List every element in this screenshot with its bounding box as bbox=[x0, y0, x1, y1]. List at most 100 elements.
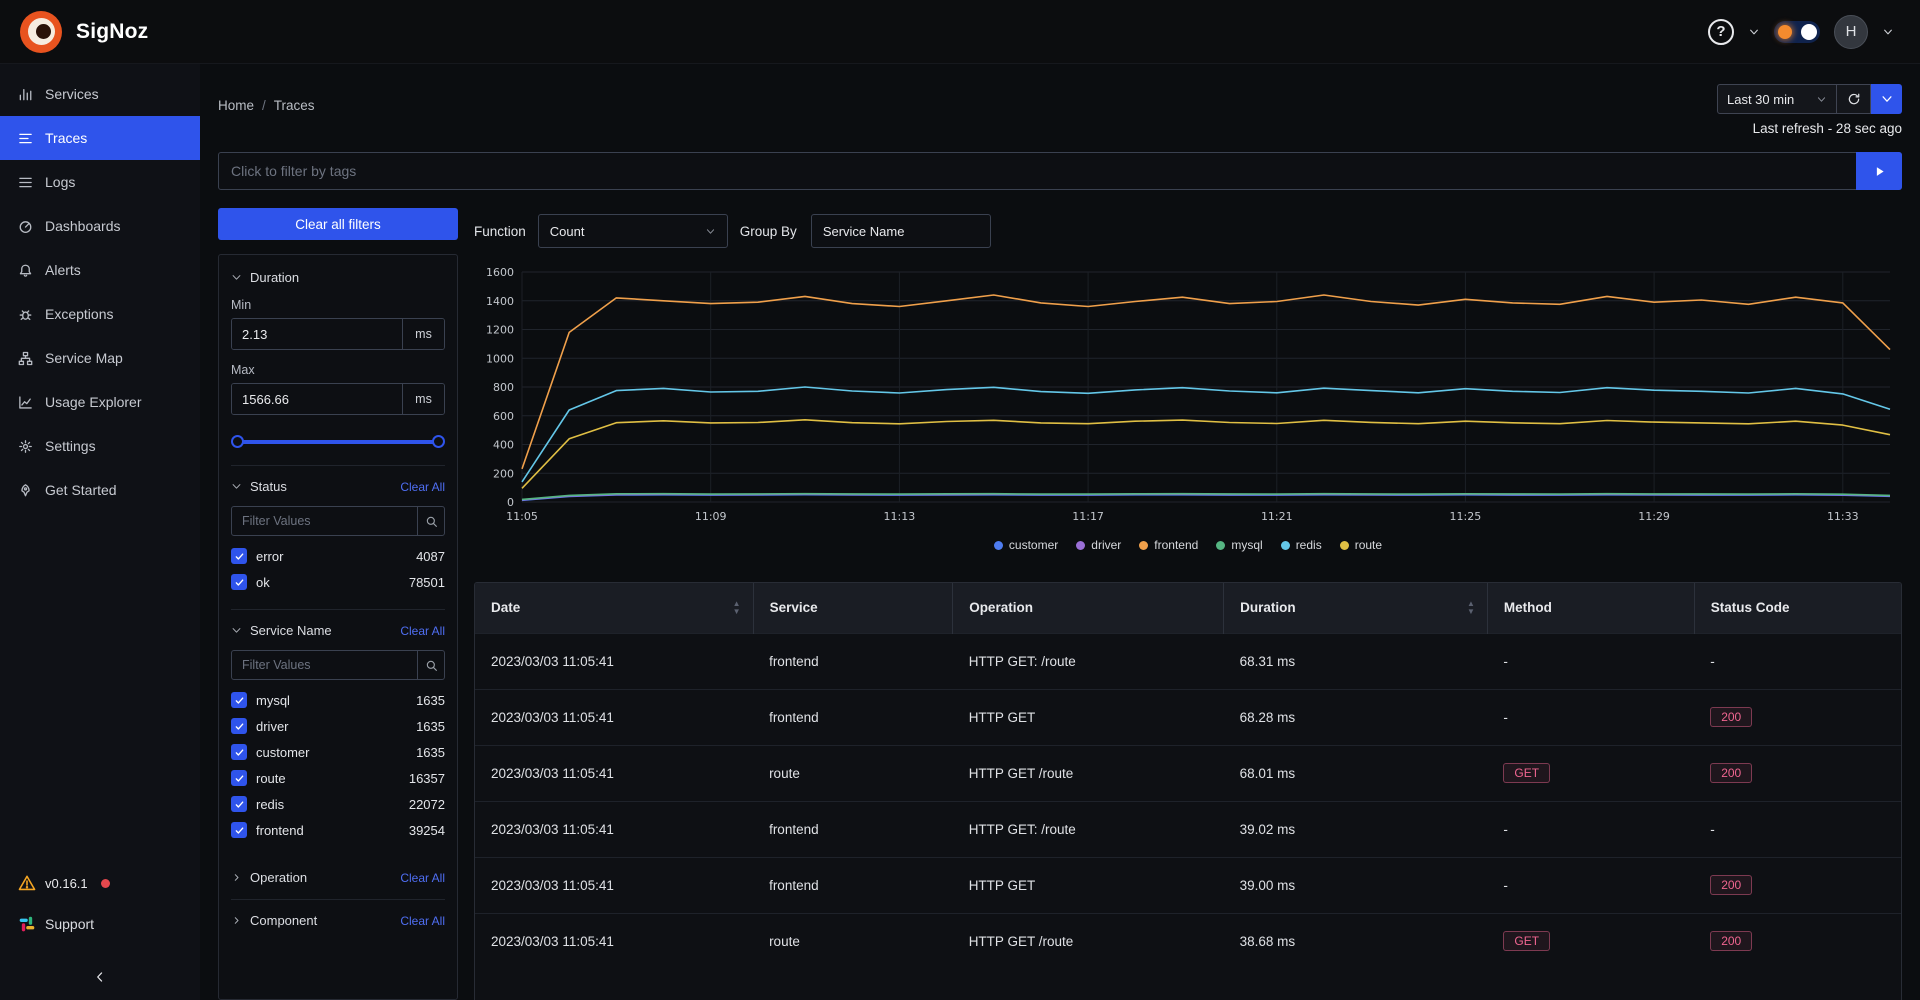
run-filter-button[interactable] bbox=[1856, 152, 1902, 190]
service-name-section-header[interactable]: Service Name Clear All bbox=[231, 623, 445, 638]
legend-item-driver[interactable]: driver bbox=[1076, 538, 1121, 552]
legend-dot bbox=[1076, 540, 1086, 550]
section-title: Component bbox=[250, 913, 318, 928]
group-by-select[interactable]: Service Name bbox=[810, 214, 991, 248]
legend-item-mysql[interactable]: mysql bbox=[1216, 538, 1263, 552]
breadcrumb-home[interactable]: Home bbox=[218, 98, 254, 113]
checkbox-checked-icon[interactable] bbox=[231, 770, 247, 786]
help-icon[interactable]: ? bbox=[1708, 18, 1734, 45]
avatar[interactable]: H bbox=[1834, 14, 1868, 49]
legend-item-frontend[interactable]: frontend bbox=[1139, 538, 1198, 552]
duration-max-input[interactable] bbox=[232, 384, 402, 414]
sidebar-item-traces[interactable]: Traces bbox=[0, 116, 200, 160]
legend-label: customer bbox=[1008, 538, 1059, 552]
checkbox-checked-icon[interactable] bbox=[231, 548, 247, 564]
sidebar-item-label: Usage Explorer bbox=[45, 394, 142, 410]
legend-item-route[interactable]: route bbox=[1339, 538, 1382, 552]
caret-down-icon bbox=[1880, 92, 1894, 106]
sidebar-item-exceptions[interactable]: Exceptions bbox=[0, 292, 200, 336]
column-header-duration[interactable]: Duration ▲ ▼ bbox=[1223, 583, 1488, 633]
svg-text:11:09: 11:09 bbox=[695, 510, 727, 523]
sidebar-item-support[interactable]: Support bbox=[0, 902, 200, 946]
function-value: Count bbox=[549, 223, 585, 239]
duration-cell: 68.01 ms bbox=[1223, 744, 1488, 801]
service-filter-input[interactable] bbox=[231, 650, 445, 680]
sidebar-item-get-started[interactable]: Get Started bbox=[0, 468, 200, 512]
legend-item-customer[interactable]: customer bbox=[993, 538, 1059, 552]
option-label: redis bbox=[256, 796, 285, 812]
sidebar-item-alerts[interactable]: Alerts bbox=[0, 248, 200, 292]
method-cell: GET bbox=[1487, 744, 1695, 801]
sidebar-item-dashboards[interactable]: Dashboards bbox=[0, 204, 200, 248]
column-header-date[interactable]: Date ▲ ▼ bbox=[475, 583, 754, 633]
component-section-header[interactable]: Component Clear All bbox=[231, 913, 445, 928]
legend-item-redis[interactable]: redis bbox=[1280, 538, 1322, 552]
duration-min-group: ms bbox=[231, 318, 445, 350]
clear-all-filters-button[interactable]: Clear all filters bbox=[218, 208, 458, 240]
table-row[interactable]: 2023/03/03 11:05:41 frontend HTTP GET: /ro… bbox=[475, 632, 1901, 689]
tag-filter-input[interactable] bbox=[218, 152, 1902, 190]
refresh-button[interactable] bbox=[1837, 84, 1871, 114]
legend-label: mysql bbox=[1231, 538, 1263, 552]
play-icon bbox=[1872, 164, 1887, 179]
date-cell: 2023/03/03 11:05:41 bbox=[475, 744, 754, 801]
service-option-route[interactable]: route 16357 bbox=[231, 765, 445, 791]
slider-max-handle[interactable] bbox=[432, 435, 445, 448]
checkbox-checked-icon[interactable] bbox=[231, 796, 247, 812]
clear-all-link[interactable]: Clear All bbox=[400, 624, 445, 638]
column-header-service: Service bbox=[752, 583, 953, 633]
checkbox-checked-icon[interactable] bbox=[231, 692, 247, 708]
theme-toggle[interactable] bbox=[1774, 20, 1820, 43]
table-row[interactable]: 2023/03/03 11:05:41 route HTTP GET /route 6… bbox=[475, 744, 1901, 801]
chevron-down-icon bbox=[231, 481, 242, 492]
service-option-redis[interactable]: redis 22072 bbox=[231, 791, 445, 817]
clear-all-link[interactable]: Clear All bbox=[400, 914, 445, 928]
status-filter-input[interactable] bbox=[231, 506, 445, 536]
duration-slider[interactable] bbox=[231, 435, 445, 449]
service-option-customer[interactable]: customer 1635 bbox=[231, 739, 445, 765]
refresh-options-button[interactable] bbox=[1871, 84, 1902, 114]
status-option-error[interactable]: error 4087 bbox=[231, 543, 445, 569]
duration-min-input[interactable] bbox=[232, 319, 402, 349]
slider-min-handle[interactable] bbox=[231, 435, 244, 448]
function-select[interactable]: Count bbox=[537, 214, 728, 248]
operation-cell: HTTP GET: /route bbox=[952, 632, 1224, 689]
sidebar-item-service-map[interactable]: Service Map bbox=[0, 336, 200, 380]
svg-text:200: 200 bbox=[493, 467, 514, 480]
clear-all-link[interactable]: Clear All bbox=[400, 480, 445, 494]
sidebar-item-services[interactable]: Services bbox=[0, 72, 200, 116]
service-option-frontend[interactable]: frontend 39254 bbox=[231, 817, 445, 843]
chevron-down-icon[interactable] bbox=[1882, 26, 1894, 38]
table-row[interactable]: 2023/03/03 11:05:41 route HTTP GET /route 3… bbox=[475, 912, 1901, 969]
table-row[interactable]: 2023/03/03 11:05:41 frontend HTTP GET 39.00… bbox=[475, 856, 1901, 913]
checkbox-checked-icon[interactable] bbox=[231, 574, 247, 590]
sort-icons[interactable]: ▲ ▼ bbox=[1467, 599, 1475, 616]
sidebar-collapse-button[interactable] bbox=[0, 954, 200, 1000]
operation-section-header[interactable]: Operation Clear All bbox=[231, 870, 445, 885]
service-option-driver[interactable]: driver 1635 bbox=[231, 713, 445, 739]
operation-cell: HTTP GET bbox=[952, 856, 1224, 913]
sidebar-item-usage-explorer[interactable]: Usage Explorer bbox=[0, 380, 200, 424]
service-cell: route bbox=[753, 912, 953, 969]
table-row[interactable]: 2023/03/03 11:05:41 frontend HTTP GET 68.28… bbox=[475, 688, 1901, 745]
service-option-mysql[interactable]: mysql 1635 bbox=[231, 687, 445, 713]
status-section-header[interactable]: Status Clear All bbox=[231, 479, 445, 494]
status-option-ok[interactable]: ok 78501 bbox=[231, 569, 445, 595]
checkbox-checked-icon[interactable] bbox=[231, 822, 247, 838]
clear-all-link[interactable]: Clear All bbox=[400, 871, 445, 885]
traces-table-head-row: Date ▲ ▼ Service Operation Duration ▲ ▼ Method St… bbox=[475, 583, 1901, 633]
time-range-select[interactable]: Last 30 min bbox=[1717, 84, 1837, 114]
sidebar-item-settings[interactable]: Settings bbox=[0, 424, 200, 468]
sidebar-item-logs[interactable]: Logs bbox=[0, 160, 200, 204]
svg-text:11:13: 11:13 bbox=[884, 510, 916, 523]
sort-icons[interactable]: ▲ ▼ bbox=[733, 599, 741, 616]
table-row[interactable]: 2023/03/03 11:05:41 frontend HTTP GET: /ro… bbox=[475, 800, 1901, 857]
svg-text:600: 600 bbox=[493, 410, 514, 423]
option-count: 78501 bbox=[408, 574, 445, 590]
chevron-down-icon[interactable] bbox=[1748, 26, 1760, 38]
method-badge: GET bbox=[1503, 763, 1551, 783]
checkbox-checked-icon[interactable] bbox=[231, 718, 247, 734]
main-content: Home / Traces Last 30 min Last refresh -… bbox=[200, 64, 1920, 1000]
checkbox-checked-icon[interactable] bbox=[231, 744, 247, 760]
duration-section-header[interactable]: Duration bbox=[231, 270, 445, 285]
